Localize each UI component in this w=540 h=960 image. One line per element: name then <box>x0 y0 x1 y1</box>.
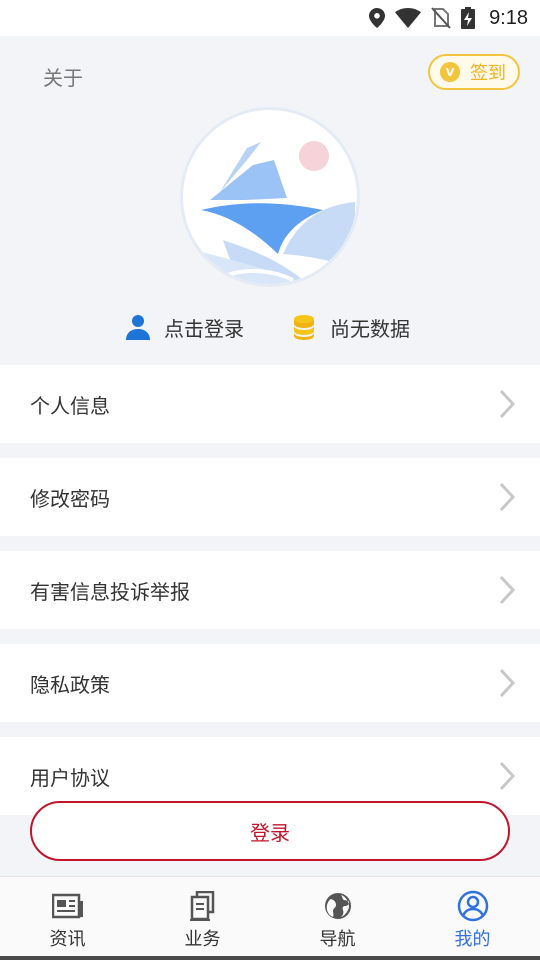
location-icon <box>369 8 386 28</box>
login-prompt[interactable]: 点击登录 <box>126 309 244 345</box>
wifi-icon <box>395 8 422 28</box>
no-sim-icon <box>431 7 451 29</box>
tab-mine[interactable]: 我的 <box>405 877 540 956</box>
status-time: 9:18 <box>489 6 528 29</box>
menu-item-label: 隐私政策 <box>30 672 110 697</box>
signin-button[interactable]: V 签到 <box>428 54 520 90</box>
menu-item-label: 个人信息 <box>30 393 110 418</box>
tab-news[interactable]: 资讯 <box>0 877 135 956</box>
menu-item-label: 修改密码 <box>30 486 110 511</box>
login-prompt-label: 点击登录 <box>164 316 244 341</box>
person-icon <box>126 315 150 340</box>
menu-item-report-harmful-info[interactable]: 有害信息投诉举报 <box>0 551 540 629</box>
menu-item-label: 用户协议 <box>30 765 110 790</box>
tab-label: 导航 <box>319 929 356 950</box>
globe-icon <box>324 893 351 919</box>
menu-item-label: 有害信息投诉举报 <box>30 579 190 604</box>
tab-label: 资讯 <box>49 929 86 950</box>
coin-stack-icon <box>294 315 314 340</box>
chevron-right-icon <box>499 389 516 419</box>
system-navigation-strip <box>0 956 540 960</box>
sailboat-logo-icon <box>183 141 355 284</box>
battery-charging-icon <box>461 7 476 29</box>
chevron-right-icon <box>499 668 516 698</box>
login-button-label: 登录 <box>250 820 290 845</box>
menu-item-privacy-policy[interactable]: 隐私政策 <box>0 644 540 722</box>
menu-item-personal-info[interactable]: 个人信息 <box>0 365 540 443</box>
status-icons: 9:18 <box>369 0 528 36</box>
avatar[interactable] <box>180 107 360 287</box>
bottom-tab-bar: 资讯 业务 导航 我的 <box>0 876 540 956</box>
chevron-right-icon <box>499 761 516 791</box>
coin-icon: V <box>440 62 460 82</box>
about-link[interactable]: 关于 <box>43 62 83 91</box>
chevron-right-icon <box>499 482 516 512</box>
documents-icon <box>189 891 214 921</box>
menu-item-change-password[interactable]: 修改密码 <box>0 458 540 536</box>
tab-business[interactable]: 业务 <box>135 877 270 956</box>
user-circle-icon <box>457 890 488 922</box>
tab-navigation[interactable]: 导航 <box>270 877 405 956</box>
profile-header: 关于 V 签到 点击登录 尚无数据 <box>0 36 540 364</box>
login-button[interactable]: 登录 <box>30 801 510 861</box>
chevron-right-icon <box>499 575 516 605</box>
tab-label: 业务 <box>184 929 221 950</box>
points-status-label: 尚无数据 <box>330 316 410 341</box>
tab-label: 我的 <box>454 929 491 950</box>
newspaper-icon <box>51 893 83 919</box>
points-status: 尚无数据 <box>292 309 410 345</box>
signin-label: 签到 <box>470 63 506 84</box>
status-bar: 9:18 <box>0 0 540 36</box>
